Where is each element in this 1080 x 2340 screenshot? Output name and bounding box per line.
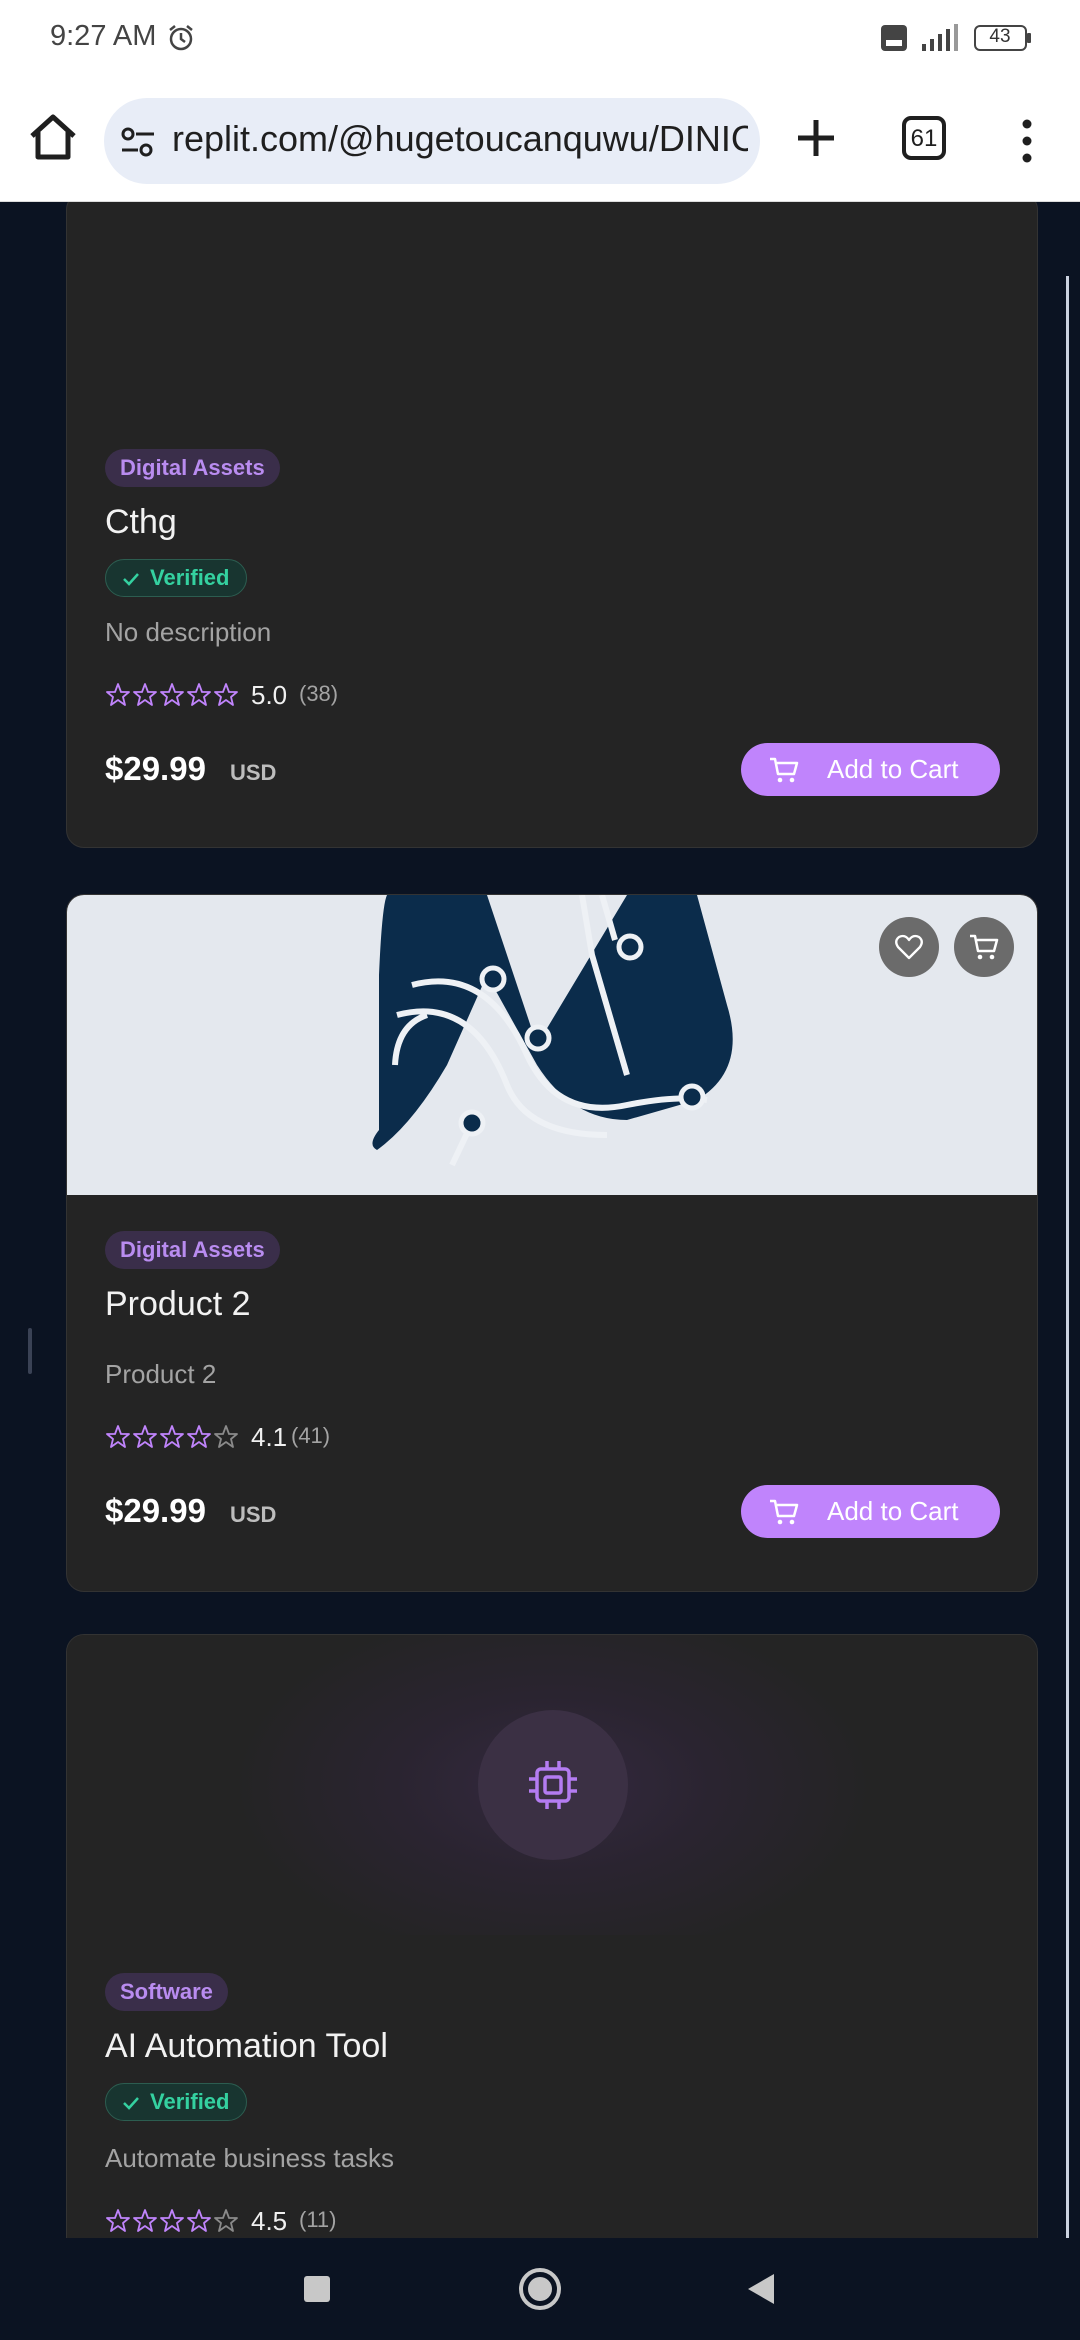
signal-icon <box>922 24 958 51</box>
review-count: (38) <box>299 681 339 706</box>
cart-icon <box>970 934 999 960</box>
scrollbar[interactable] <box>1066 276 1069 2238</box>
star-icon <box>187 1425 211 1448</box>
url-bar[interactable]: replit.com/@hugetoucanquwu/DINIC <box>104 98 760 184</box>
add-to-cart-button[interactable]: Add to Cart <box>741 743 1000 796</box>
star-rating <box>105 681 239 709</box>
product-title[interactable]: Product 2 <box>105 1285 251 1324</box>
star-icon <box>214 683 238 706</box>
system-nav-bar <box>0 2238 1080 2340</box>
cart-icon <box>770 757 799 783</box>
category-badge: Software <box>105 1973 228 2011</box>
alarm-icon <box>169 25 193 51</box>
product-title[interactable]: AI Automation Tool <box>105 2027 388 2066</box>
star-icon <box>187 2209 211 2232</box>
star-icon <box>106 1425 130 1448</box>
home-circle-icon[interactable] <box>519 2268 561 2310</box>
rating-value: 5.0 <box>251 680 288 710</box>
product-image[interactable] <box>67 895 1037 1195</box>
review-count: (11) <box>299 2207 337 2232</box>
tab-switcher-icon[interactable]: 61 <box>902 116 946 160</box>
product-description: Automate business tasks <box>105 2143 395 2173</box>
back-triangle-icon[interactable] <box>746 2272 776 2306</box>
menu-dots-icon[interactable] <box>1010 116 1044 166</box>
verified-label: Verified <box>150 2089 230 2114</box>
side-handle[interactable] <box>28 1328 32 1374</box>
star-icon <box>106 2209 130 2232</box>
star-icon <box>133 683 157 706</box>
cpu-chip-icon <box>529 1761 577 1809</box>
review-count: (41) <box>291 1423 331 1448</box>
verified-badge: Verified <box>105 2083 248 2121</box>
favorite-button[interactable] <box>879 917 939 977</box>
heart-icon <box>895 934 923 960</box>
status-time: 9:27 AM <box>50 20 157 52</box>
check-icon <box>123 2097 139 2110</box>
star-icon <box>214 1425 238 1448</box>
product-price: $29.99 <box>105 750 206 787</box>
product-card[interactable]: Digital Assets Product 2 Product 2 4.1 (… <box>66 894 1038 1592</box>
category-badge: Digital Assets <box>105 1231 280 1269</box>
star-icon <box>106 683 130 706</box>
tab-count: 61 <box>910 125 938 152</box>
product-title[interactable]: Cthg <box>105 503 177 542</box>
recents-icon[interactable] <box>304 2276 330 2302</box>
status-bar: 9:27 AM 43 <box>0 0 1080 78</box>
add-to-cart-label: Add to Cart <box>827 1496 959 1526</box>
star-icon <box>133 1425 157 1448</box>
cart-icon <box>770 1499 799 1525</box>
product-card[interactable]: Digital Assets Cthg Verified No descript… <box>66 202 1038 848</box>
star-icon <box>187 683 211 706</box>
product-card[interactable]: Software AI Automation Tool Verified Aut… <box>66 1634 1038 2238</box>
product-image-placeholder[interactable] <box>67 1635 1037 1935</box>
page-content[interactable]: Digital Assets Cthg Verified No descript… <box>0 202 1080 2238</box>
rating-value: 4.1 <box>251 1422 288 1452</box>
star-icon <box>160 1425 184 1448</box>
price-currency: USD <box>230 760 277 785</box>
check-icon <box>123 573 139 586</box>
volte-icon <box>881 25 907 51</box>
add-to-cart-button[interactable]: Add to Cart <box>741 1485 1000 1538</box>
star-rating <box>105 2207 239 2235</box>
product-description: No description <box>105 617 272 647</box>
browser-toolbar: replit.com/@hugetoucanquwu/DINIC 61 <box>0 78 1080 202</box>
quick-cart-button[interactable] <box>954 917 1014 977</box>
product-description: Product 2 <box>105 1359 217 1389</box>
verified-badge: Verified <box>105 559 248 597</box>
star-icon <box>160 683 184 706</box>
battery-level: 43 <box>989 26 1011 47</box>
verified-label: Verified <box>150 565 230 590</box>
site-settings-icon[interactable] <box>118 122 158 162</box>
plus-icon[interactable] <box>790 112 842 164</box>
home-icon[interactable] <box>26 110 80 164</box>
add-to-cart-label: Add to Cart <box>827 754 959 784</box>
price-currency: USD <box>230 1502 277 1527</box>
star-icon <box>214 2209 238 2232</box>
star-icon <box>160 2209 184 2232</box>
category-badge: Digital Assets <box>105 449 280 487</box>
icon-circle <box>478 1710 628 1860</box>
star-rating <box>105 1423 239 1451</box>
product-price: $29.99 <box>105 1492 206 1529</box>
url-text: replit.com/@hugetoucanquwu/DINIC <box>172 118 748 159</box>
rating-value: 4.5 <box>251 2206 288 2236</box>
star-icon <box>133 2209 157 2232</box>
